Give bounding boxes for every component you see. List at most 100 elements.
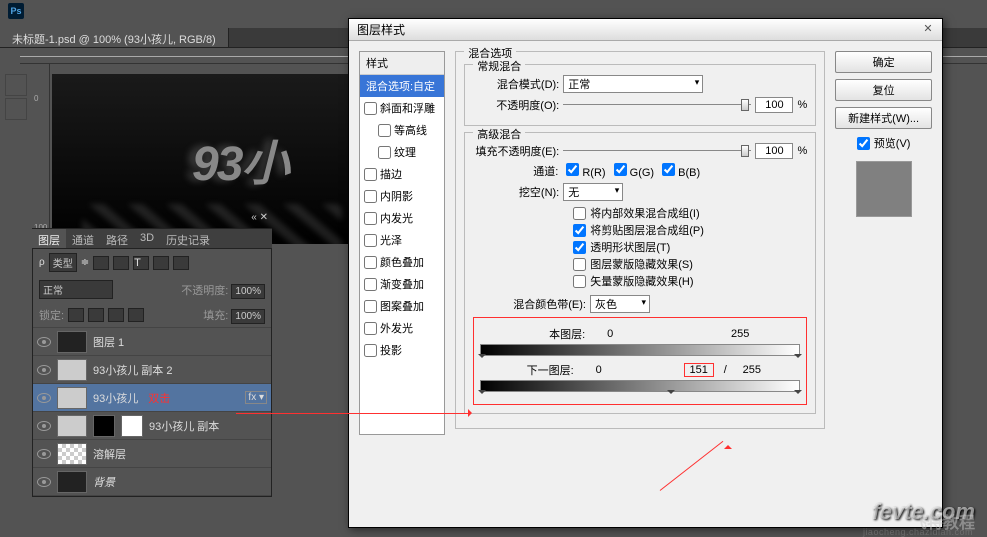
- style-checkbox[interactable]: [364, 344, 377, 357]
- canvas[interactable]: 93小: [52, 74, 352, 244]
- lock-transparency-icon[interactable]: [68, 308, 84, 322]
- filter-type-icon[interactable]: T: [133, 256, 149, 270]
- layer-thumbnail[interactable]: [57, 415, 87, 437]
- layer-name[interactable]: 背景: [93, 474, 115, 490]
- layer-mask-hides-checkbox[interactable]: [573, 258, 586, 271]
- style-checkbox[interactable]: [364, 234, 377, 247]
- transparency-shapes-checkbox[interactable]: [573, 241, 586, 254]
- layer-row[interactable]: 93小孩儿 副本 2: [33, 356, 271, 384]
- blend-if-select[interactable]: 灰色: [590, 295, 650, 313]
- layer-thumbnail[interactable]: [57, 471, 87, 493]
- style-drop-shadow[interactable]: 投影: [360, 339, 444, 361]
- filter-pixel-icon[interactable]: [93, 256, 109, 270]
- style-gradient-overlay[interactable]: 渐变叠加: [360, 273, 444, 295]
- new-style-button[interactable]: 新建样式(W)...: [835, 107, 932, 129]
- layer-name[interactable]: 93小孩儿 副本: [149, 418, 219, 434]
- visibility-icon[interactable]: [37, 337, 51, 347]
- lock-position-icon[interactable]: [108, 308, 124, 322]
- tool-button[interactable]: [5, 74, 27, 96]
- layer-thumbnail[interactable]: [57, 359, 87, 381]
- ok-button[interactable]: 确定: [835, 51, 932, 73]
- tab-channels[interactable]: 通道: [66, 229, 100, 248]
- style-checkbox[interactable]: [364, 300, 377, 313]
- document-tab[interactable]: 未标题-1.psd @ 100% (93小孩儿, RGB/8): [0, 28, 229, 47]
- visibility-icon[interactable]: [37, 477, 51, 487]
- white-split-stop[interactable]: [667, 390, 675, 398]
- style-stroke[interactable]: 描边: [360, 163, 444, 185]
- layer-thumbnail[interactable]: [57, 331, 87, 353]
- style-bevel[interactable]: 斜面和浮雕: [360, 97, 444, 119]
- style-contour[interactable]: 等高线: [360, 119, 444, 141]
- style-checkbox[interactable]: [364, 102, 377, 115]
- black-stop[interactable]: [478, 354, 486, 362]
- style-checkbox[interactable]: [378, 146, 391, 159]
- style-inner-glow[interactable]: 内发光: [360, 207, 444, 229]
- style-satin[interactable]: 光泽: [360, 229, 444, 251]
- filter-smart-icon[interactable]: [173, 256, 189, 270]
- blend-mode-select[interactable]: 正常: [563, 75, 703, 93]
- layer-row-selected[interactable]: 93小孩儿 双击 fx ▾: [33, 384, 271, 412]
- style-checkbox[interactable]: [364, 168, 377, 181]
- style-checkbox[interactable]: [364, 278, 377, 291]
- style-checkbox[interactable]: [378, 124, 391, 137]
- vector-mask-hides-checkbox[interactable]: [573, 275, 586, 288]
- tab-layers[interactable]: 图层: [32, 229, 66, 248]
- visibility-icon[interactable]: [37, 365, 51, 375]
- visibility-icon[interactable]: [37, 421, 51, 431]
- opacity-value[interactable]: 100%: [231, 284, 265, 299]
- layer-row[interactable]: 溶解层: [33, 440, 271, 468]
- underlying-layer-gradient[interactable]: [480, 380, 800, 392]
- layer-row[interactable]: 背景: [33, 468, 271, 496]
- channel-g-checkbox[interactable]: [614, 163, 627, 176]
- white-stop[interactable]: [794, 390, 802, 398]
- layer-row[interactable]: 图层 1: [33, 328, 271, 356]
- blend-interior-checkbox[interactable]: [573, 207, 586, 220]
- black-stop[interactable]: [478, 390, 486, 398]
- visibility-icon[interactable]: [37, 449, 51, 459]
- opacity-input[interactable]: [755, 97, 793, 113]
- layer-mask-thumbnail[interactable]: [93, 415, 115, 437]
- visibility-icon[interactable]: [37, 393, 51, 403]
- fill-value[interactable]: 100%: [231, 309, 265, 324]
- this-layer-gradient[interactable]: [480, 344, 800, 356]
- style-texture[interactable]: 纹理: [360, 141, 444, 163]
- blend-clipped-checkbox[interactable]: [573, 224, 586, 237]
- style-outer-glow[interactable]: 外发光: [360, 317, 444, 339]
- channel-b-checkbox[interactable]: [662, 163, 675, 176]
- style-checkbox[interactable]: [364, 190, 377, 203]
- channel-r-checkbox[interactable]: [566, 163, 579, 176]
- fx-indicator[interactable]: fx ▾: [245, 391, 267, 404]
- panel-close-icon[interactable]: « ✕: [251, 212, 268, 223]
- layer-thumbnail[interactable]: [57, 387, 87, 409]
- preview-checkbox[interactable]: [857, 137, 870, 150]
- fill-opacity-input[interactable]: [755, 143, 793, 159]
- style-checkbox[interactable]: [364, 212, 377, 225]
- style-checkbox[interactable]: [364, 322, 377, 335]
- preview-checkbox-row[interactable]: 预览(V): [835, 135, 932, 151]
- style-pattern-overlay[interactable]: 图案叠加: [360, 295, 444, 317]
- opacity-slider[interactable]: [563, 97, 751, 113]
- lock-all-icon[interactable]: [128, 308, 144, 322]
- filter-shape-icon[interactable]: [153, 256, 169, 270]
- white-stop[interactable]: [794, 354, 802, 362]
- tab-history[interactable]: 历史记录: [160, 229, 216, 248]
- layer-name[interactable]: 93小孩儿 副本 2: [93, 362, 172, 378]
- lock-pixels-icon[interactable]: [88, 308, 104, 322]
- style-inner-shadow[interactable]: 内阴影: [360, 185, 444, 207]
- layer-name[interactable]: 93小孩儿: [93, 390, 138, 406]
- layer-thumbnail[interactable]: [57, 443, 87, 465]
- fill-opacity-slider[interactable]: [563, 143, 751, 159]
- cancel-button[interactable]: 复位: [835, 79, 932, 101]
- tab-3d[interactable]: 3D: [134, 229, 160, 248]
- layer-mask-thumbnail[interactable]: [121, 415, 143, 437]
- layer-row[interactable]: 93小孩儿 副本: [33, 412, 271, 440]
- filter-adjust-icon[interactable]: [113, 256, 129, 270]
- tool-button[interactable]: [5, 98, 27, 120]
- layer-name[interactable]: 溶解层: [93, 446, 126, 462]
- close-icon[interactable]: ✕: [920, 22, 936, 36]
- styles-header[interactable]: 样式: [360, 52, 444, 75]
- style-color-overlay[interactable]: 颜色叠加: [360, 251, 444, 273]
- layer-filter-select[interactable]: 类型: [49, 253, 77, 272]
- knockout-select[interactable]: 无: [563, 183, 623, 201]
- blend-mode-select[interactable]: 正常: [39, 280, 113, 299]
